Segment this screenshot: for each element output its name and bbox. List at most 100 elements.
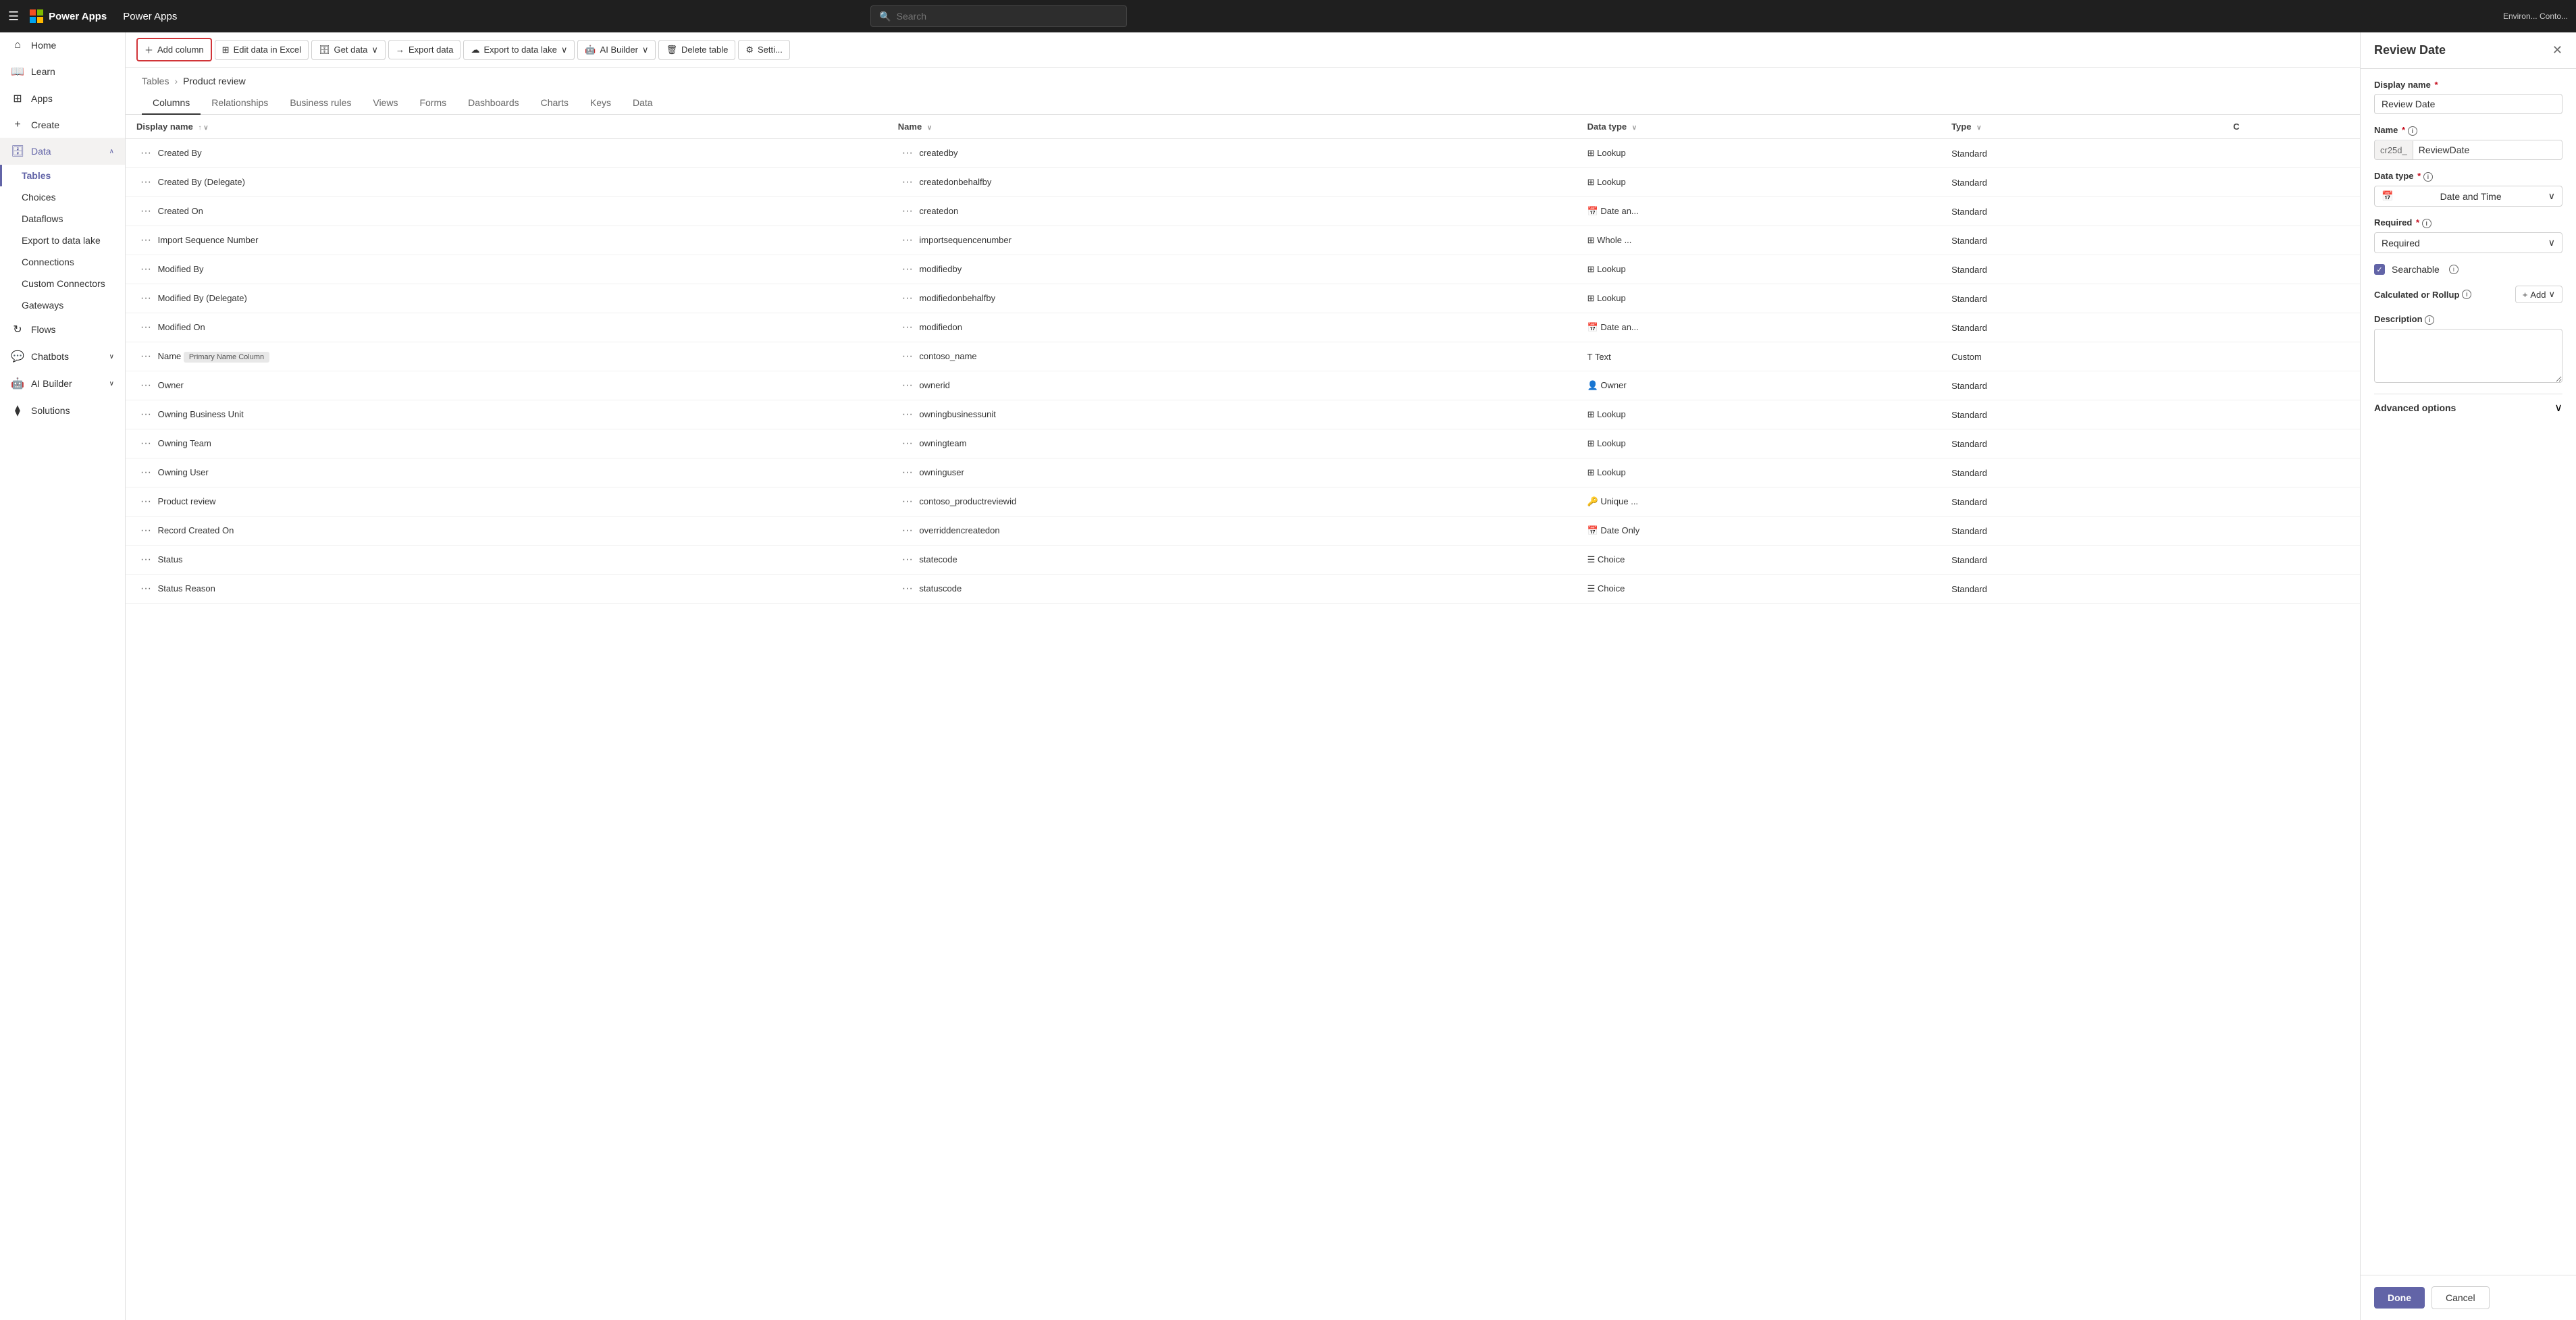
row-menu-button[interactable]: ··· [136, 146, 155, 161]
get-data-button[interactable]: 🗄 Get data ∨ [311, 40, 386, 60]
tab-views[interactable]: Views [362, 92, 409, 115]
tab-business-rules[interactable]: Business rules [279, 92, 362, 115]
name-suffix-input[interactable] [2413, 140, 2562, 159]
searchable-info-icon[interactable]: i [2449, 265, 2459, 274]
row-name-menu-button[interactable]: ··· [898, 581, 917, 596]
sidebar-sub-connectors[interactable]: Custom Connectors [0, 273, 125, 294]
calc-info-icon[interactable]: i [2462, 290, 2471, 299]
col-header-name[interactable]: Name ∨ [887, 115, 1577, 139]
row-name-menu-button[interactable]: ··· [898, 407, 917, 422]
row-menu-button[interactable]: ··· [136, 233, 155, 248]
row-name-menu-button[interactable]: ··· [898, 494, 917, 509]
row-menu-button[interactable]: ··· [136, 262, 155, 277]
data-type-info-icon[interactable]: i [2423, 172, 2433, 182]
cell-type: Standard [1941, 458, 2222, 487]
sidebar-sub-connections[interactable]: Connections [0, 251, 125, 273]
row-menu-button[interactable]: ··· [136, 523, 155, 538]
sidebar-item-data[interactable]: 🗄 Data ∧ [0, 138, 125, 165]
row-menu-button[interactable]: ··· [136, 349, 155, 364]
export-lake-chevron-icon: ∨ [561, 45, 568, 55]
sidebar-item-solutions[interactable]: ⧫ Solutions [0, 397, 125, 424]
tab-forms[interactable]: Forms [409, 92, 457, 115]
cell-datatype: ⊞ Lookup [1577, 284, 1941, 313]
row-name-menu-button[interactable]: ··· [898, 436, 917, 451]
tab-keys[interactable]: Keys [579, 92, 622, 115]
searchable-checkbox[interactable]: ✓ [2374, 264, 2385, 275]
row-menu-button[interactable]: ··· [136, 465, 155, 480]
name-info-icon[interactable]: i [2408, 126, 2417, 136]
columns-table: Display name ↑ ∨ Name ∨ Data type ∨ Type… [126, 115, 2360, 604]
row-menu-button[interactable]: ··· [136, 378, 155, 393]
row-name-menu-button[interactable]: ··· [898, 378, 917, 393]
row-name-menu-button[interactable]: ··· [898, 291, 917, 306]
row-menu-button[interactable]: ··· [136, 204, 155, 219]
add-column-button[interactable]: ＋ Add column [136, 38, 212, 61]
breadcrumb: Tables › Product review [142, 76, 2344, 86]
tab-relationships[interactable]: Relationships [201, 92, 279, 115]
advanced-options-row[interactable]: Advanced options ∨ [2374, 394, 2562, 421]
row-name-menu-button[interactable]: ··· [898, 523, 917, 538]
tab-charts[interactable]: Charts [530, 92, 579, 115]
row-name-menu-button[interactable]: ··· [898, 320, 917, 335]
cell-c [2222, 284, 2360, 313]
hamburger-icon[interactable]: ☰ [8, 9, 19, 24]
tab-dashboards[interactable]: Dashboards [457, 92, 530, 115]
sidebar-sub-gateways[interactable]: Gateways [0, 294, 125, 316]
export-data-label: Export data [409, 45, 454, 55]
description-textarea[interactable] [2374, 329, 2562, 383]
sidebar-item-learn[interactable]: 📖 Learn [0, 58, 125, 85]
required-info-icon[interactable]: i [2422, 219, 2432, 228]
cell-datatype: 🔑 Unique ... [1577, 487, 1941, 517]
row-name-menu-button[interactable]: ··· [898, 233, 917, 248]
sidebar-item-chatbots[interactable]: 💬 Chatbots ∨ [0, 343, 125, 370]
row-menu-button[interactable]: ··· [136, 436, 155, 451]
row-menu-button[interactable]: ··· [136, 320, 155, 335]
desc-info-icon[interactable]: i [2425, 315, 2434, 325]
sidebar-sub-exportlake[interactable]: Export to data lake [0, 230, 125, 251]
tab-data[interactable]: Data [622, 92, 664, 115]
row-menu-button[interactable]: ··· [136, 291, 155, 306]
row-name-menu-button[interactable]: ··· [898, 146, 917, 161]
data-type-select[interactable]: 📅 Date and Time ∨ [2374, 186, 2562, 207]
row-name-menu-button[interactable]: ··· [898, 262, 917, 277]
col-header-datatype[interactable]: Data type ∨ [1577, 115, 1941, 139]
row-name-menu-button[interactable]: ··· [898, 349, 917, 364]
cell-datatype: ⊞ Lookup [1577, 139, 1941, 168]
delete-table-button[interactable]: 🗑 Delete table [658, 40, 735, 60]
row-name-menu-button[interactable]: ··· [898, 204, 917, 219]
col-header-displayname[interactable]: Display name ↑ ∨ [126, 115, 887, 139]
row-name-menu-button[interactable]: ··· [898, 552, 917, 567]
row-menu-button[interactable]: ··· [136, 581, 155, 596]
sidebar-item-home[interactable]: ⌂ Home [0, 32, 125, 58]
sidebar-item-aibuilder[interactable]: 🤖 AI Builder ∨ [0, 370, 125, 397]
col-header-type[interactable]: Type ∨ [1941, 115, 2222, 139]
row-menu-button[interactable]: ··· [136, 494, 155, 509]
sidebar-item-create[interactable]: + Create [0, 112, 125, 138]
row-name-menu-button[interactable]: ··· [898, 465, 917, 480]
export-data-button[interactable]: → Export data [388, 40, 461, 59]
breadcrumb-parent[interactable]: Tables [142, 76, 169, 86]
search-bar[interactable]: 🔍 [870, 5, 1127, 27]
sidebar-item-flows[interactable]: ↻ Flows [0, 316, 125, 343]
sidebar-item-apps[interactable]: ⊞ Apps [0, 85, 125, 112]
sidebar-sub-choices[interactable]: Choices [0, 186, 125, 208]
done-button[interactable]: Done [2374, 1287, 2425, 1309]
search-input[interactable] [897, 11, 1119, 22]
required-select[interactable]: Required ∨ [2374, 232, 2562, 253]
edit-data-excel-button[interactable]: ⊞ Edit data in Excel [215, 40, 309, 60]
cancel-button[interactable]: Cancel [2432, 1286, 2490, 1309]
export-lake-button[interactable]: ☁ Export to data lake ∨ [463, 40, 575, 60]
row-menu-button[interactable]: ··· [136, 552, 155, 567]
close-panel-button[interactable]: ✕ [2552, 43, 2562, 57]
tab-columns[interactable]: Columns [142, 92, 201, 115]
row-menu-button[interactable]: ··· [136, 407, 155, 422]
cell-type: Standard [1941, 197, 2222, 226]
row-menu-button[interactable]: ··· [136, 175, 155, 190]
sidebar-sub-dataflows[interactable]: Dataflows [0, 208, 125, 230]
settings-button[interactable]: ⚙ Setti... [738, 40, 790, 60]
row-name-menu-button[interactable]: ··· [898, 175, 917, 190]
display-name-input[interactable] [2374, 94, 2562, 114]
ai-builder-button[interactable]: 🤖 AI Builder ∨ [577, 40, 656, 60]
sidebar-sub-tables[interactable]: Tables [0, 165, 125, 186]
add-calc-button[interactable]: + Add ∨ [2515, 286, 2562, 303]
